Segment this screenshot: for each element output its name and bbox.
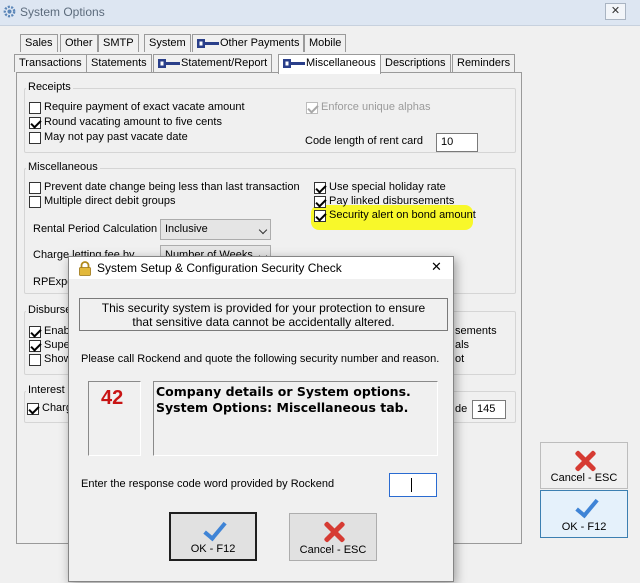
no-pay-past-checkbox[interactable]	[29, 132, 41, 144]
security-reason-box: Company details or System options. Syste…	[153, 381, 438, 456]
tab-other-payments[interactable]: Other Payments	[192, 34, 305, 52]
gear-icon	[3, 5, 16, 18]
enable-checkbox[interactable]	[29, 326, 41, 338]
padlock-icon	[79, 261, 91, 276]
round-vacating-label: Round vacating amount to five cents	[44, 116, 222, 128]
cancel-button[interactable]: Cancel - ESC	[540, 442, 628, 489]
prevent-date-label: Prevent date change being less than last…	[44, 181, 300, 193]
security-number-box: 42	[88, 381, 141, 456]
rental-period-value: Inclusive	[165, 223, 208, 235]
interest-days-field[interactable]: 145	[472, 400, 506, 419]
tab-smtp[interactable]: SMTP	[98, 34, 139, 52]
tab-statement-report[interactable]: Statement/Report	[153, 54, 273, 72]
receipts-group-title: Receipts	[26, 81, 73, 93]
enforce-alphas-checkbox	[306, 102, 318, 114]
tab-reminders[interactable]: Reminders	[452, 54, 516, 72]
dialog-ok-button[interactable]: OK - F12	[169, 512, 257, 561]
disbursements-right-label-2: als	[455, 339, 470, 351]
tab-descriptions[interactable]: Descriptions	[380, 54, 451, 72]
response-code-label: Enter the response code word provided by…	[81, 478, 335, 490]
response-code-input[interactable]	[389, 473, 437, 497]
security-check-dialog: System Setup & Configuration Security Ch…	[68, 256, 454, 582]
rental-period-select[interactable]: Inclusive	[160, 219, 271, 240]
round-vacating-checkbox[interactable]	[29, 117, 41, 129]
security-number: 42	[101, 387, 124, 409]
tab-statement-report-label: Statement/Report	[181, 57, 268, 69]
tab-miscellaneous[interactable]: Miscellaneous	[278, 54, 381, 74]
pay-linked-label: Pay linked disbursements	[329, 195, 455, 207]
dialog-cancel-label: Cancel - ESC	[299, 544, 367, 556]
dialog-close-button[interactable]: ✕	[431, 259, 442, 275]
dialog-title: System Setup & Configuration Security Ch…	[97, 261, 342, 275]
require-exact-checkbox[interactable]	[29, 102, 41, 114]
special-holiday-label: Use special holiday rate	[329, 181, 446, 193]
tab-sales[interactable]: Sales	[20, 34, 58, 52]
security-message-box: This security system is provided for you…	[79, 298, 448, 331]
interest-right-label: de	[455, 403, 468, 415]
chevron-down-icon	[258, 225, 268, 235]
disbursements-group-title: Disburse	[26, 304, 74, 316]
cancel-button-label: Cancel - ESC	[550, 472, 618, 484]
code-length-label: Code length of rent card	[305, 135, 424, 147]
cross-icon	[573, 449, 597, 473]
no-pay-past-label: May not pay past vacate date	[44, 131, 188, 143]
multiple-debit-checkbox[interactable]	[29, 196, 41, 208]
main-titlebar: System Options ✕	[0, 0, 640, 26]
ok-button[interactable]: OK - F12	[540, 490, 628, 538]
tab-other-payments-label: Other Payments	[220, 37, 300, 49]
misc-group-title: Miscellaneous	[26, 161, 100, 173]
tab-statements[interactable]: Statements	[86, 54, 152, 72]
checkmark-icon	[575, 497, 597, 519]
multiple-debit-label: Multiple direct debit groups	[44, 195, 176, 207]
enforce-alphas-label: Enforce unique alphas	[321, 101, 431, 113]
dialog-cancel-button[interactable]: Cancel - ESC	[289, 513, 377, 561]
special-holiday-checkbox[interactable]	[314, 182, 326, 194]
dialog-ok-label: OK - F12	[190, 543, 236, 555]
show-checkbox[interactable]	[29, 354, 41, 366]
cross-icon	[322, 520, 346, 544]
checkmark-icon	[203, 520, 225, 542]
security-reason-line-1: Company details or System options.	[156, 384, 411, 399]
security-alert-label: Security alert on bond amount	[329, 209, 476, 221]
prevent-date-checkbox[interactable]	[29, 182, 41, 194]
tab-other[interactable]: Other	[60, 34, 98, 52]
tab-transactions[interactable]: Transactions	[14, 54, 87, 72]
tab-mobile[interactable]: Mobile	[304, 34, 347, 52]
rental-period-label: Rental Period Calculation	[33, 223, 158, 235]
tab-system[interactable]: System	[144, 34, 191, 52]
dialog-titlebar: System Setup & Configuration Security Ch…	[69, 257, 453, 279]
disbursements-right-label-3: ot	[455, 353, 465, 365]
call-instructions: Please call Rockend and quote the follow…	[81, 353, 440, 365]
charge-interest-checkbox[interactable]	[27, 403, 39, 415]
super-checkbox[interactable]	[29, 340, 41, 352]
security-message-line-2: that sensitive data cannot be accidental…	[132, 315, 395, 329]
disbursements-right-label-1: sements	[455, 325, 497, 337]
security-reason-line-2: System Options: Miscellaneous tab.	[156, 400, 409, 415]
tab-miscellaneous-label: Miscellaneous	[306, 57, 376, 69]
key-icon	[158, 58, 180, 68]
pay-linked-checkbox[interactable]	[314, 196, 326, 208]
code-length-field[interactable]: 10	[436, 133, 478, 152]
window-close-button[interactable]: ✕	[605, 3, 626, 20]
ok-button-label: OK - F12	[561, 521, 607, 533]
require-exact-label: Require payment of exact vacate amount	[44, 101, 245, 113]
security-alert-checkbox[interactable]	[314, 210, 326, 222]
key-icon	[197, 38, 219, 48]
window-title: System Options	[20, 5, 105, 19]
security-message-line-1: This security system is provided for you…	[101, 301, 426, 315]
key-icon	[283, 58, 305, 68]
